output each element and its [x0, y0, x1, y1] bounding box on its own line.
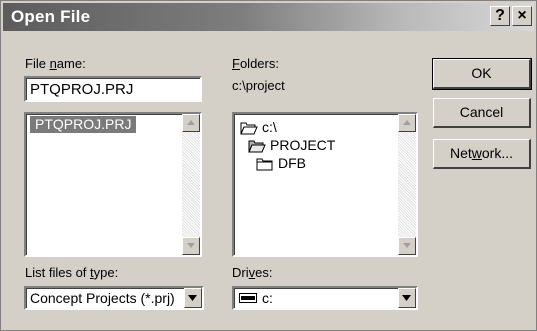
- cancel-button[interactable]: Cancel: [433, 98, 531, 128]
- folder-name: DFB: [278, 155, 306, 171]
- scroll-down-button[interactable]: [398, 237, 416, 255]
- window-title: Open File: [11, 7, 91, 26]
- help-button[interactable]: ?: [490, 6, 510, 26]
- open-folder-icon: [240, 122, 258, 135]
- drives-label: Drives:: [232, 265, 273, 280]
- open-file-dialog: Open File ? × File name: PTQPROJ.PRJ PTQ…: [0, 0, 537, 331]
- hard-drive-icon: [239, 293, 257, 303]
- down-arrow-icon: [403, 243, 411, 248]
- file-name-value: PTQPROJ.PRJ: [30, 81, 134, 98]
- file-name-input[interactable]: PTQPROJ.PRJ: [24, 76, 202, 102]
- folder-name: c:\: [262, 119, 277, 135]
- network-button[interactable]: Network...: [433, 139, 531, 169]
- list-item[interactable]: PTQPROJ.PRJ: [30, 116, 137, 133]
- chevron-down-icon: [402, 295, 411, 301]
- close-button[interactable]: ×: [512, 6, 532, 26]
- folder-name: PROJECT: [270, 137, 336, 153]
- file-type-dropdown-button[interactable]: [184, 288, 202, 308]
- file-type-value: Concept Projects (*.prj): [30, 290, 175, 306]
- file-name-label: File name:: [25, 56, 86, 71]
- folders-label: Folders:: [232, 56, 279, 71]
- chevron-down-icon: [188, 295, 197, 301]
- folder-list[interactable]: c:\ PROJECT DFB: [232, 112, 418, 257]
- file-type-select[interactable]: Concept Projects (*.prj): [24, 286, 204, 310]
- current-path: c:\project: [232, 78, 285, 93]
- open-folder-icon: [248, 140, 266, 153]
- folder-list-scrollbar[interactable]: [398, 114, 416, 255]
- up-arrow-icon: [403, 120, 411, 125]
- scroll-up-button[interactable]: [398, 114, 416, 132]
- file-type-label: List files of type:: [25, 265, 119, 280]
- file-list-scrollbar[interactable]: [182, 114, 200, 255]
- drives-select[interactable]: c:: [232, 286, 418, 310]
- ok-button[interactable]: OK: [432, 58, 532, 90]
- file-list[interactable]: PTQPROJ.PRJ: [24, 112, 202, 257]
- closed-folder-icon: [256, 158, 273, 171]
- scroll-down-button[interactable]: [182, 237, 200, 255]
- drives-dropdown-button[interactable]: [398, 288, 416, 308]
- scroll-up-button[interactable]: [182, 114, 200, 132]
- title-bar[interactable]: Open File ? ×: [3, 3, 534, 31]
- up-arrow-icon: [187, 120, 195, 125]
- drive-value: c:: [262, 290, 273, 306]
- down-arrow-icon: [187, 243, 195, 248]
